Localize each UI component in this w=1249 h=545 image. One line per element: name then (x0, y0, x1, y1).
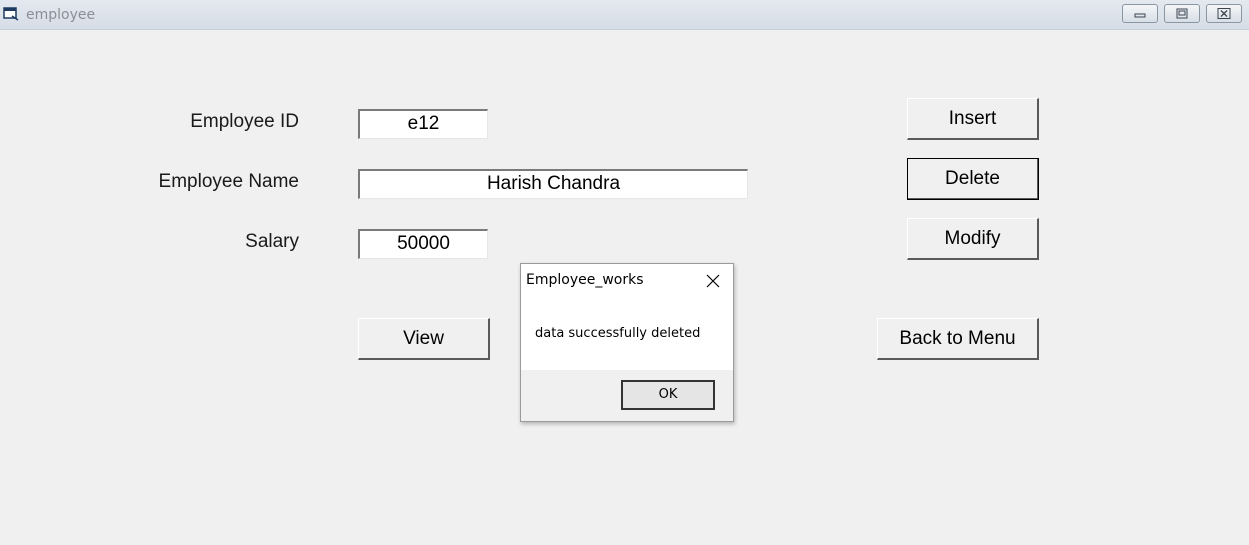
insert-button[interactable]: Insert (907, 98, 1039, 140)
dialog-message: data successfully deleted (535, 326, 701, 341)
employee-name-field[interactable]: Harish Chandra (358, 169, 748, 199)
message-dialog: Employee_works data successfully deleted… (520, 263, 734, 422)
dialog-title: Employee_works (526, 272, 644, 288)
window-title: employee (26, 7, 96, 23)
close-icon (1217, 8, 1231, 19)
ok-button[interactable]: OK (621, 380, 715, 410)
app-form-icon (3, 7, 19, 21)
close-icon[interactable] (706, 274, 720, 288)
delete-button[interactable]: Delete (907, 158, 1039, 200)
view-button[interactable]: View (358, 318, 490, 360)
window-titlebar[interactable]: employee (0, 0, 1249, 30)
employee-id-label: Employee ID (190, 111, 299, 132)
minimize-icon (1134, 13, 1146, 18)
back-to-menu-button[interactable]: Back to Menu (877, 318, 1039, 360)
maximize-button[interactable] (1164, 4, 1200, 23)
modify-button[interactable]: Modify (907, 218, 1039, 260)
minimize-button[interactable] (1122, 4, 1158, 23)
dialog-footer: OK (521, 370, 733, 421)
maximize-icon (1176, 8, 1188, 19)
salary-label: Salary (245, 231, 299, 252)
employee-name-label: Employee Name (158, 171, 299, 192)
close-button[interactable] (1206, 4, 1242, 23)
employee-id-field[interactable]: e12 (358, 109, 488, 139)
salary-field[interactable]: 50000 (358, 229, 488, 259)
